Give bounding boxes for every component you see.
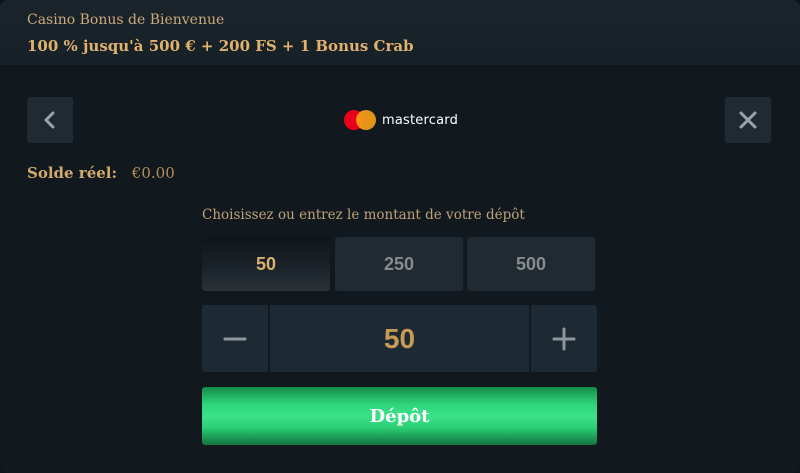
provider-name: mastercard [382, 112, 459, 128]
deposit-instruction: Choisissez ou entrez le montant de votre… [202, 207, 525, 223]
preset-amount-500[interactable]: 500 [467, 237, 595, 291]
close-button[interactable] [725, 97, 771, 143]
back-button[interactable] [27, 97, 73, 143]
preset-amount-50[interactable]: 50 [202, 237, 330, 291]
real-balance: Solde réel: €0.00 [27, 164, 175, 182]
deposit-modal: Casino Bonus de Bienvenue 100 % jusqu'à … [0, 0, 800, 473]
mastercard-logo-icon [344, 109, 378, 131]
deposit-button[interactable]: Dépôt [202, 387, 597, 445]
plus-icon [552, 327, 576, 350]
amount-input[interactable]: 50 [270, 305, 529, 372]
close-icon [739, 111, 757, 129]
chevron-left-icon [44, 111, 55, 129]
preset-amount-250[interactable]: 250 [335, 237, 463, 291]
bonus-header: Casino Bonus de Bienvenue 100 % jusqu'à … [0, 0, 800, 67]
bonus-subtitle: Casino Bonus de Bienvenue [27, 12, 225, 28]
bonus-title: 100 % jusqu'à 500 € + 200 FS + 1 Bonus C… [27, 37, 414, 55]
balance-value: €0.00 [131, 164, 175, 182]
minus-icon [223, 337, 247, 340]
decrease-button[interactable] [202, 305, 270, 372]
balance-label: Solde réel: [27, 164, 118, 182]
amount-stepper: 50 [202, 305, 597, 372]
increase-button[interactable] [529, 305, 597, 372]
payment-provider: mastercard [344, 108, 458, 132]
